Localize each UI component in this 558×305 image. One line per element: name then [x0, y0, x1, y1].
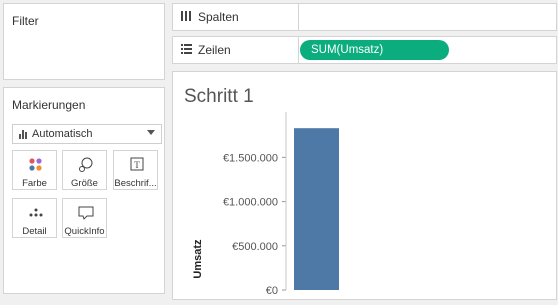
color-label: Farbe — [22, 178, 47, 189]
rows-shelf[interactable]: Zeilen SUM(Umsatz) — [172, 36, 557, 64]
columns-icon — [181, 10, 192, 24]
bar-chart-icon — [19, 129, 27, 139]
chevron-down-icon — [147, 130, 155, 135]
viz-area: Schritt 1 Umsatz €0 €500.000 €1.000.000 €1.… — [172, 71, 557, 300]
detail-button[interactable]: Detail — [12, 198, 57, 238]
label-button[interactable]: T Beschrif... — [113, 150, 158, 190]
color-dots-icon — [13, 157, 56, 171]
rows-shelf-label: Zeilen — [173, 37, 299, 63]
columns-label: Spalten — [198, 10, 239, 24]
filters-card[interactable]: Filter — [3, 3, 165, 80]
size-button[interactable]: Größe — [62, 150, 107, 190]
detail-dots-icon — [13, 205, 56, 219]
bar-chart: €0 €500.000 €1.000.000 €1.500.000 — [223, 112, 339, 297]
marks-card: Markierungen Automatisch Farbe Größe T B… — [3, 87, 165, 294]
tooltip-bubble-icon — [63, 205, 106, 220]
y-tick-label: €500.000 — [232, 241, 278, 253]
detail-label: Detail — [22, 226, 47, 237]
mark-type-dropdown[interactable]: Automatisch — [12, 124, 162, 144]
marks-title: Markierungen — [12, 98, 86, 112]
mark-type-label: Automatisch — [32, 128, 93, 140]
rows-label: Zeilen — [198, 43, 231, 57]
y-tick-label: €1.000.000 — [223, 197, 278, 209]
color-button[interactable]: Farbe — [12, 150, 57, 190]
size-circles-icon — [63, 157, 106, 172]
columns-shelf[interactable]: Spalten — [172, 3, 557, 31]
rows-icon — [181, 43, 192, 57]
filters-title: Filter — [12, 14, 39, 28]
label-label: Beschrif... — [114, 178, 157, 189]
size-label: Größe — [71, 178, 98, 189]
y-tick-label: €1.500.000 — [223, 152, 278, 164]
columns-shelf-label: Spalten — [173, 4, 299, 30]
y-tick-label: €0 — [266, 285, 278, 297]
svg-text:T: T — [134, 160, 140, 170]
tooltip-label: QuickInfo — [64, 226, 105, 237]
pill-label: SUM(Umsatz) — [311, 44, 384, 56]
bar[interactable] — [294, 128, 339, 290]
tooltip-button[interactable]: QuickInfo — [62, 198, 107, 238]
text-label-icon: T — [114, 157, 157, 171]
sum-umsatz-pill[interactable]: SUM(Umsatz) — [300, 40, 449, 60]
